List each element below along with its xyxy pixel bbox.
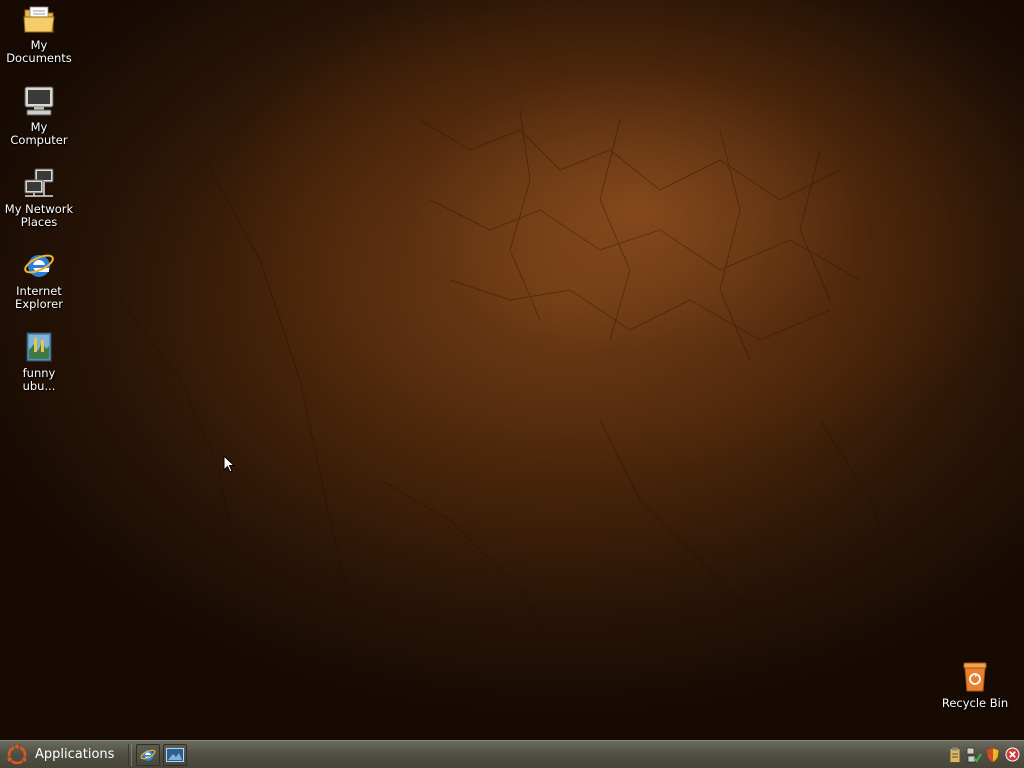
folder-documents-icon [22, 2, 56, 36]
applications-label: Applications [35, 747, 115, 762]
network-status-icon[interactable] [966, 747, 982, 763]
desktop-icon-label: Recycle Bin [941, 696, 1009, 710]
desktop-icon-label: My Computer [10, 120, 68, 147]
quick-launch-show-desktop[interactable] [163, 743, 188, 766]
taskbar-separator [128, 743, 133, 766]
desktop-icon-label: My Documents [6, 38, 72, 65]
taskbar: Applications [0, 740, 1024, 768]
security-shield-icon[interactable] [985, 747, 1001, 763]
desktop-wallpaper[interactable]: My Documents My Computer My Network Plac… [0, 0, 1024, 740]
network-places-icon [22, 166, 56, 200]
clipboard-icon[interactable] [947, 747, 963, 763]
internet-explorer-icon [140, 749, 156, 761]
desktop-icon-my-computer[interactable]: My Computer [0, 84, 78, 147]
internet-explorer-icon [22, 248, 56, 282]
desktop-icon-my-network-places[interactable]: My Network Places [0, 166, 78, 229]
desktop-icon-label: Internet Explorer [15, 284, 63, 311]
desktop-icon-label: funny ubu... [22, 366, 56, 393]
ubuntu-logo-icon [6, 743, 28, 764]
close-error-icon[interactable] [1004, 747, 1020, 763]
desktop-icon-funny-ubuntu-file[interactable]: funny ubu... [0, 330, 78, 393]
computer-icon [22, 84, 56, 118]
desktop-icon-my-documents[interactable]: My Documents [0, 2, 78, 65]
wallpaper-texture [119, 109, 901, 661]
quick-launch-internet-explorer[interactable] [136, 743, 161, 766]
system-tray [944, 742, 1024, 768]
desktop-icon-label: My Network Places [4, 202, 74, 229]
mouse-pointer-icon [223, 455, 235, 473]
desktop-icon-recycle-bin[interactable]: Recycle Bin [936, 660, 1014, 710]
image-file-icon [22, 330, 56, 364]
desktop-icon-internet-explorer[interactable]: Internet Explorer [0, 248, 78, 311]
show-desktop-icon [166, 747, 185, 762]
recycle-bin-icon [958, 660, 992, 694]
applications-menu-button[interactable]: Applications [0, 742, 122, 768]
